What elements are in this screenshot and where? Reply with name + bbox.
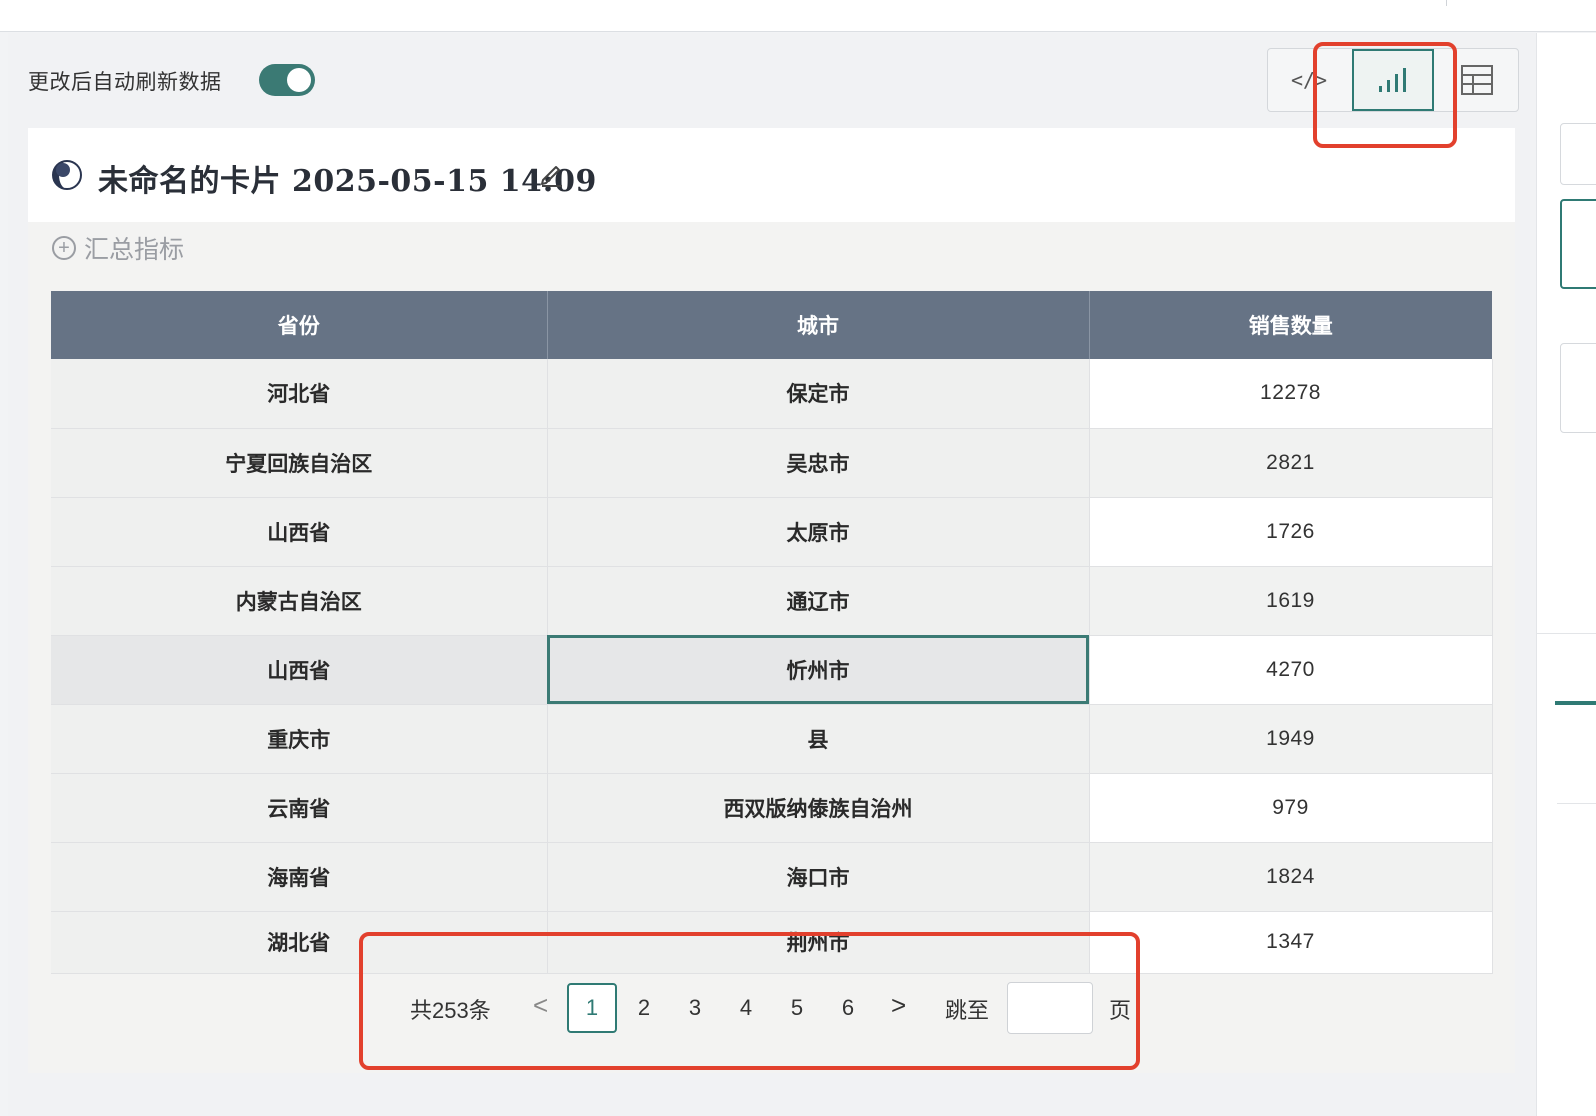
table-cell[interactable]: 荆州市 — [547, 911, 1090, 974]
table-cell[interactable]: 4270 — [1089, 635, 1493, 705]
pagination: 共253条 < 1 2 3 4 5 6 > 跳至 页 — [0, 980, 1596, 1036]
table-cell[interactable]: 12278 — [1089, 359, 1493, 429]
table-cell[interactable]: 1949 — [1089, 704, 1493, 774]
page-suffix-label: 页 — [1109, 998, 1132, 1023]
data-table: 省份 城市 销售数量 河北省 保定市 12278 宁夏回族自治区 吴忠市 2821 山西省太… — [51, 291, 1493, 974]
table-cell[interactable]: 云南省 — [51, 773, 548, 843]
table-row[interactable]: 海南省 海口市 1824 — [51, 842, 1493, 912]
table-cell[interactable]: 2821 — [1089, 428, 1493, 498]
column-header[interactable]: 销售数量 — [1089, 291, 1492, 359]
table-cell[interactable]: 湖北省 — [51, 911, 548, 974]
card-header: 未命名的卡片 2025-05-15 14:09 — [28, 128, 1515, 222]
right-panel-divider — [1537, 633, 1596, 634]
table-cell[interactable]: 1347 — [1089, 911, 1493, 974]
total-count: 共253条 — [410, 998, 491, 1023]
table-cell[interactable]: 山西省 — [51, 635, 548, 705]
right-panel-field[interactable] — [1560, 343, 1596, 433]
next-page-icon[interactable]: > — [891, 990, 906, 1021]
right-panel-field-active[interactable] — [1560, 199, 1596, 289]
table-row[interactable]: 云南省 西双版纳傣族自治州 979 — [51, 773, 1493, 843]
table-cell[interactable]: 1619 — [1089, 566, 1493, 636]
plus-circle-icon: + — [52, 236, 76, 260]
table-cell[interactable]: 西双版纳傣族自治州 — [547, 773, 1090, 843]
code-icon: </> — [1290, 68, 1328, 92]
table-cell[interactable]: 忻州市 — [547, 635, 1090, 705]
page-button[interactable]: 5 — [772, 983, 822, 1033]
table-header-row: 省份 城市 销售数量 — [51, 291, 1492, 359]
code-view-button[interactable]: </> — [1268, 49, 1350, 111]
view-switcher: </> — [1267, 48, 1519, 112]
table-cell[interactable]: 海口市 — [547, 842, 1090, 912]
right-panel-divider — [1557, 803, 1596, 804]
table-row[interactable]: 河北省 保定市 12278 — [51, 359, 1493, 429]
page-button[interactable]: 6 — [823, 983, 873, 1033]
toggle-knob — [287, 68, 311, 92]
chart-view-button[interactable] — [1352, 49, 1434, 111]
table-row[interactable]: 山西省 忻州市 4270 — [51, 635, 1493, 705]
table-cell[interactable]: 保定市 — [547, 359, 1090, 429]
page-button[interactable]: 2 — [619, 983, 669, 1033]
add-metric-button[interactable]: + 汇总指标 — [52, 230, 184, 266]
edit-icon[interactable] — [538, 160, 566, 188]
top-bar-divider — [1446, 0, 1447, 6]
table-cell[interactable]: 979 — [1089, 773, 1493, 843]
prev-page-icon[interactable]: < — [533, 990, 548, 1021]
table-row[interactable]: 宁夏回族自治区 吴忠市 2821 — [51, 428, 1493, 498]
bar-chart-icon — [1379, 68, 1406, 92]
table-row[interactable]: 山西省 太原市 1726 — [51, 497, 1493, 567]
table-cell[interactable]: 山西省 — [51, 497, 548, 567]
goto-page-input[interactable] — [1007, 982, 1093, 1034]
table-view-button[interactable] — [1436, 49, 1518, 111]
auto-refresh-setting: 更改后自动刷新数据 — [28, 66, 222, 96]
auto-refresh-toggle[interactable] — [259, 64, 315, 96]
right-panel-tab-indicator — [1555, 701, 1596, 705]
page-button[interactable]: 3 — [670, 983, 720, 1033]
table-cell[interactable]: 海南省 — [51, 842, 548, 912]
goto-label: 跳至 — [945, 998, 990, 1023]
page-button[interactable]: 1 — [567, 983, 617, 1033]
table-row[interactable]: 内蒙古自治区 通辽市 1619 — [51, 566, 1493, 636]
table-row[interactable]: 湖北省 荆州市 1347 — [51, 911, 1493, 974]
top-bar — [0, 0, 1596, 32]
result-card: 未命名的卡片 2025-05-15 14:09 + 汇总指标 省份 城市 销售数… — [28, 128, 1515, 1073]
table-cell[interactable]: 河北省 — [51, 359, 548, 429]
table-cell[interactable]: 1726 — [1089, 497, 1493, 567]
column-header[interactable]: 省份 — [51, 291, 548, 359]
add-metric-label: 汇总指标 — [84, 236, 185, 264]
right-panel-field[interactable] — [1560, 123, 1596, 185]
column-header[interactable]: 城市 — [547, 291, 1090, 359]
table-cell[interactable]: 县 — [547, 704, 1090, 774]
table-row[interactable]: 重庆市县 1949 — [51, 704, 1493, 774]
card-title: 未命名的卡片 2025-05-15 14:09 — [98, 164, 597, 199]
table-cell[interactable]: 太原市 — [547, 497, 1090, 567]
page-button[interactable]: 4 — [721, 983, 771, 1033]
right-panel — [1536, 33, 1596, 1116]
auto-refresh-label: 更改后自动刷新数据 — [28, 71, 222, 94]
table-icon — [1461, 65, 1493, 95]
table-cell[interactable]: 内蒙古自治区 — [51, 566, 548, 636]
table-cell[interactable]: 吴忠市 — [547, 428, 1090, 498]
table-cell[interactable]: 宁夏回族自治区 — [51, 428, 548, 498]
table-cell[interactable]: 重庆市 — [51, 704, 548, 774]
table-cell[interactable]: 1824 — [1089, 842, 1493, 912]
table-cell[interactable]: 通辽市 — [547, 566, 1090, 636]
card-logo-icon — [52, 160, 82, 190]
